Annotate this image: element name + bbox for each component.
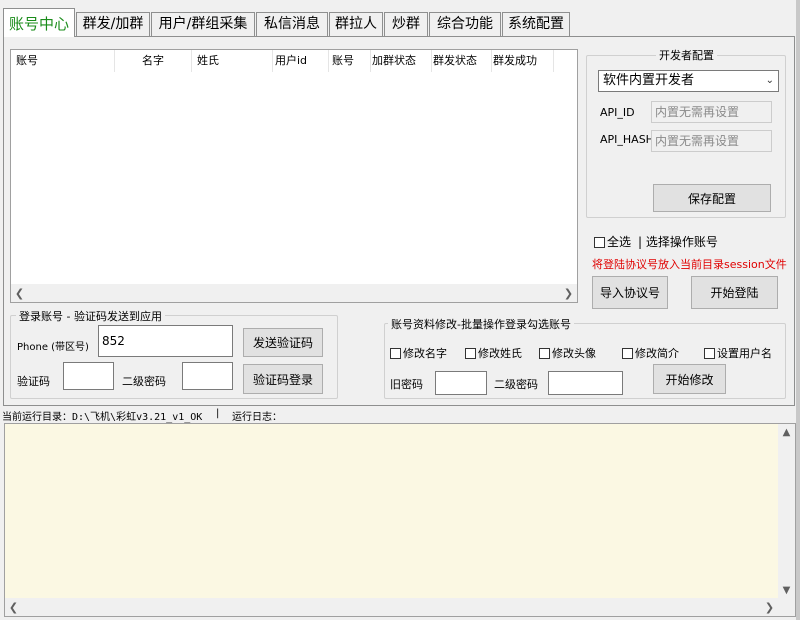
developer-select[interactable]: 软件内置开发者 ⌄ (598, 70, 779, 92)
column-user-id[interactable]: 用户id (273, 50, 329, 72)
select-all-label: 全选 (607, 235, 632, 249)
checkbox-icon (539, 348, 550, 359)
column-join-status[interactable]: 加群状态 (371, 50, 432, 72)
start-modify-button[interactable]: 开始修改 (653, 364, 726, 394)
second-password-label: 二级密码 (122, 375, 166, 388)
checkbox-icon (390, 348, 401, 359)
dev-config-title: 开发者配置 (656, 47, 717, 63)
option-modify-surname[interactable]: 修改姓氏 (465, 345, 522, 361)
scroll-right-icon[interactable]: ❯ (761, 599, 778, 616)
scroll-up-icon[interactable]: ▲ (778, 424, 795, 441)
scroll-right-icon[interactable]: ❯ (560, 285, 577, 302)
modify-second-password-input[interactable] (548, 371, 623, 395)
chevron-down-icon: ⌄ (765, 75, 774, 86)
window-edge (796, 0, 800, 620)
status-separator: | (216, 408, 220, 419)
select-hint: | 选择操作账号 (638, 235, 718, 249)
second-password-input[interactable] (182, 362, 233, 390)
tab-system-config[interactable]: 系统配置 (502, 12, 570, 36)
tab-private-message[interactable]: 私信消息 (256, 12, 328, 36)
option-label: 修改名字 (403, 347, 447, 360)
column-surname[interactable]: 姓氏 (192, 50, 273, 72)
old-password-input[interactable] (435, 371, 487, 395)
tab-group-send-join[interactable]: 群发/加群 (76, 12, 150, 36)
run-log-label: 运行日志： (232, 412, 282, 423)
start-login-button[interactable]: 开始登陆 (691, 276, 778, 309)
checkbox-icon (704, 348, 715, 359)
option-modify-name[interactable]: 修改名字 (390, 345, 447, 361)
developer-select-value: 软件内置开发者 (603, 73, 695, 88)
scroll-down-icon[interactable]: ▼ (778, 582, 795, 599)
column-account[interactable]: 账号 (11, 50, 115, 72)
option-set-username[interactable]: 设置用户名 (704, 345, 772, 361)
login-group-title: 登录账号 - 验证码发送到应用 (16, 308, 165, 324)
tab-group-pull[interactable]: 群拉人 (329, 12, 383, 36)
code-label: 验证码 (17, 375, 50, 388)
account-list-header: 账号 名字 姓氏 用户id 账号 加群状态 群发状态 群发成功 (11, 50, 577, 72)
checkbox-icon (465, 348, 476, 359)
vertical-scrollbar[interactable]: ▲ ▼ (778, 424, 795, 616)
tab-account-center[interactable]: 账号中心 (3, 8, 75, 37)
scroll-left-icon[interactable]: ❮ (11, 285, 28, 302)
horizontal-scrollbar[interactable]: ❮ ❯ (11, 284, 577, 302)
old-password-label: 旧密码 (390, 378, 423, 391)
api-hash-label: API_HASH (600, 133, 654, 146)
modify-profile-title: 账号资料修改-批量操作登录勾选账号 (388, 316, 574, 332)
code-login-button[interactable]: 验证码登录 (243, 364, 323, 394)
checkbox-icon (594, 237, 605, 248)
column-name[interactable]: 名字 (115, 50, 192, 72)
tab-misc-functions[interactable]: 综合功能 (429, 12, 501, 36)
modify-second-password-label: 二级密码 (494, 378, 538, 391)
send-code-button[interactable]: 发送验证码 (243, 328, 323, 357)
session-hint: 将登陆协议号放入当前目录session文件 (592, 258, 787, 271)
option-modify-avatar[interactable]: 修改头像 (539, 345, 596, 361)
option-label: 修改姓氏 (478, 347, 522, 360)
log-horizontal-scrollbar[interactable]: ❮ ❯ (5, 598, 778, 616)
option-modify-bio[interactable]: 修改简介 (622, 345, 679, 361)
option-label: 修改简介 (635, 347, 679, 360)
select-all-checkbox[interactable]: 全选 (594, 233, 631, 250)
column-send-success[interactable]: 群发成功 (492, 50, 554, 72)
tab-user-group-collect[interactable]: 用户/群组采集 (151, 12, 255, 36)
checkbox-icon (622, 348, 633, 359)
phone-label: Phone (带区号) (17, 342, 89, 353)
api-id-input[interactable]: 内置无需再设置 (651, 101, 772, 123)
import-accounts-button[interactable]: 导入协议号 (592, 276, 668, 309)
phone-input[interactable]: 852 (98, 325, 233, 357)
option-label: 设置用户名 (717, 347, 772, 360)
column-account-2[interactable]: 账号 (329, 50, 371, 72)
column-send-status[interactable]: 群发状态 (432, 50, 492, 72)
api-id-label: API_ID (600, 106, 635, 119)
current-directory-label: 当前运行目录：D:\飞机\彩虹v3.21_v1_OK (2, 412, 203, 423)
api-hash-input[interactable]: 内置无需再设置 (651, 130, 772, 152)
tab-hype-group[interactable]: 炒群 (384, 12, 428, 36)
scroll-left-icon[interactable]: ❮ (5, 599, 22, 616)
save-config-button[interactable]: 保存配置 (653, 184, 771, 212)
account-list[interactable]: 账号 名字 姓氏 用户id 账号 加群状态 群发状态 群发成功 ❮ ❯ (10, 49, 578, 303)
code-input[interactable] (63, 362, 114, 390)
run-log-textarea[interactable]: ▲ ▼ ❮ ❯ (4, 423, 796, 617)
option-label: 修改头像 (552, 347, 596, 360)
